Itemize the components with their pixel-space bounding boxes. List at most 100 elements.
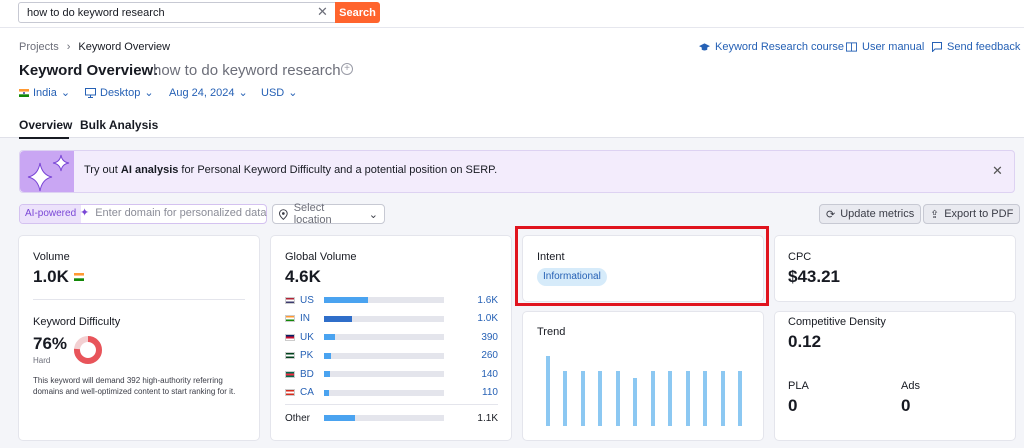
trend-bar xyxy=(598,371,603,426)
course-link-label: Keyword Research course xyxy=(715,41,845,53)
add-icon[interactable]: + xyxy=(341,63,353,75)
trend-bar xyxy=(703,371,708,426)
country-row: US 1.6K xyxy=(285,291,498,310)
global-volume-value: 4.6K xyxy=(285,267,321,286)
domain-input[interactable]: ✦ Enter domain for personalized data xyxy=(80,206,267,220)
difficulty-description: This keyword will demand 392 high-author… xyxy=(33,376,236,396)
ads-label: Ads xyxy=(901,380,920,392)
volume-bar-track xyxy=(324,371,444,378)
send-feedback-link[interactable]: Send feedback xyxy=(932,41,1020,53)
search-button[interactable]: Search xyxy=(335,2,380,23)
country-label: India xyxy=(33,86,57,99)
country-volume[interactable]: 140 xyxy=(481,369,498,380)
country-volume[interactable]: 1.0K xyxy=(477,313,498,324)
global-volume-label: Global Volume xyxy=(285,251,357,263)
ads-value: 0 xyxy=(901,396,911,415)
sparkle-icon: ✦ xyxy=(80,207,90,219)
close-icon[interactable]: ✕ xyxy=(992,163,1003,179)
user-manual-link[interactable]: User manual xyxy=(846,41,924,53)
volume-bar-track xyxy=(324,415,444,422)
highlight-box xyxy=(515,226,769,306)
volume-bar-fill xyxy=(324,334,335,341)
ca-flag-icon xyxy=(285,389,295,397)
currency-label: USD xyxy=(261,86,285,99)
cpc-label: CPC xyxy=(788,251,812,263)
country-filter[interactable]: India ⌄ xyxy=(19,86,70,99)
volume-label: Volume xyxy=(33,251,70,263)
other-label: Other xyxy=(285,412,311,424)
trend-bar xyxy=(615,371,620,426)
volume-bar-fill xyxy=(324,297,369,304)
country-volume[interactable]: 1.6K xyxy=(477,295,498,306)
difficulty-value: 76% xyxy=(33,334,68,353)
volume-bar-track xyxy=(324,334,444,341)
refresh-icon: ⟳ xyxy=(826,208,836,221)
tab-bulk-analysis[interactable]: Bulk Analysis xyxy=(80,118,158,132)
volume-bar-fill xyxy=(324,415,356,422)
volume-bar-fill xyxy=(324,352,332,359)
trend-bar xyxy=(738,371,743,426)
date-filter[interactable]: Aug 24, 2024 ⌄ xyxy=(169,86,248,100)
breadcrumb-projects[interactable]: Projects xyxy=(19,41,59,53)
volume-value-row: 1.0K xyxy=(33,267,84,287)
date-label: Aug 24, 2024 xyxy=(169,86,235,99)
country-row: BD 140 xyxy=(285,365,498,384)
send-feedback-label: Send feedback xyxy=(947,41,1021,53)
country-volume[interactable]: 390 xyxy=(481,332,498,343)
volume-bar-fill xyxy=(324,315,352,322)
volume-bar-fill xyxy=(324,389,329,396)
device-filter[interactable]: Desktop ⌄ xyxy=(85,86,154,99)
pla-label: PLA xyxy=(788,380,809,392)
country-code[interactable]: IN xyxy=(300,313,324,324)
device-label: Desktop xyxy=(100,86,141,99)
country-code[interactable]: PK xyxy=(300,350,324,361)
book-icon xyxy=(846,42,857,52)
chevron-down-icon: ⌄ xyxy=(144,87,154,99)
sparkle-icon xyxy=(20,151,74,192)
breadcrumb: Projects › Keyword Overview xyxy=(19,41,170,53)
country-list: US 1.6K IN 1.0K UK 390 PK 260 BD 140 CA 110 xyxy=(285,291,498,402)
volume-bar-track xyxy=(324,389,444,396)
difficulty-donut xyxy=(74,336,102,364)
update-metrics-button[interactable]: ⟳ Update metrics xyxy=(819,204,922,224)
country-row: PK 260 xyxy=(285,347,498,366)
search-input[interactable] xyxy=(18,2,336,23)
export-pdf-button[interactable]: ⇪ Export to PDF xyxy=(923,204,1021,224)
keyword-difficulty-label: Keyword Difficulty xyxy=(33,316,121,328)
density-label: Competitive Density xyxy=(788,316,886,328)
cpc-value: $43.21 xyxy=(788,267,840,286)
volume-bar-fill xyxy=(324,371,330,378)
currency-filter[interactable]: USD ⌄ xyxy=(261,86,297,100)
country-volume[interactable]: 260 xyxy=(481,350,498,361)
location-pin-icon xyxy=(279,208,288,220)
volume-bar-track xyxy=(324,297,444,304)
in-flag-icon xyxy=(285,315,295,323)
domain-placeholder: Enter domain for personalized data xyxy=(95,206,267,219)
location-select[interactable]: Select location ⌄ xyxy=(272,202,385,226)
country-row: IN 1.0K xyxy=(285,310,498,329)
trend-chart xyxy=(546,344,746,426)
trend-bar xyxy=(668,371,673,426)
close-icon[interactable]: ✕ xyxy=(317,4,328,20)
india-flag-icon xyxy=(73,273,84,281)
trend-bar xyxy=(685,371,690,426)
country-code[interactable]: BD xyxy=(300,369,324,380)
desktop-icon xyxy=(85,87,96,98)
divider xyxy=(33,299,245,300)
country-code[interactable]: US xyxy=(300,295,324,306)
keyword-research-course-link[interactable]: Keyword Research course xyxy=(699,41,844,53)
country-code[interactable]: UK xyxy=(300,332,324,343)
india-flag-icon xyxy=(19,88,29,97)
tab-overview[interactable]: Overview xyxy=(19,118,72,132)
ai-powered-badge: AI-powered xyxy=(20,205,82,223)
ai-analysis-link[interactable]: AI analysis xyxy=(121,164,178,176)
country-volume[interactable]: 110 xyxy=(482,387,498,398)
chevron-right-icon: › xyxy=(66,41,71,53)
page-title: Keyword Overview: xyxy=(19,62,159,79)
country-row-other: Other 1.1K xyxy=(285,409,498,428)
uk-flag-icon xyxy=(285,333,295,341)
bd-flag-icon xyxy=(285,370,295,378)
country-row: UK 390 xyxy=(285,328,498,347)
country-code[interactable]: CA xyxy=(300,387,324,398)
volume-value: 1.0K xyxy=(33,267,69,286)
